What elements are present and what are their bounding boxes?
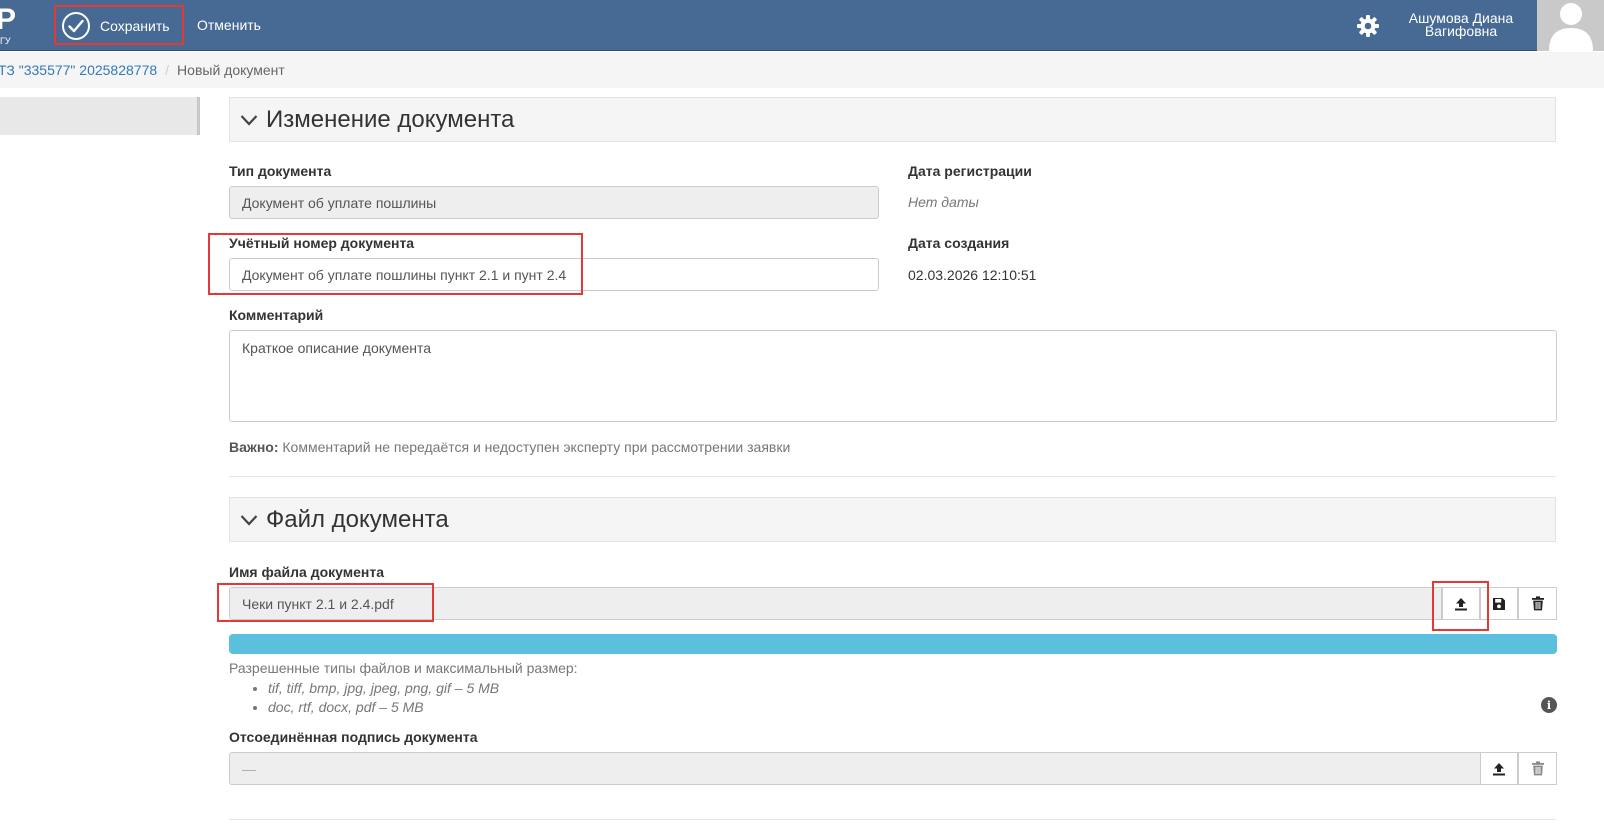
allowed-types-title: Разрешенные типы файлов и максимальный р… xyxy=(229,660,578,676)
upload-progress-bar xyxy=(229,634,1557,654)
signature-label: Отсоединённая подпись документа xyxy=(229,729,478,745)
comment-textarea[interactable]: Краткое описание документа xyxy=(229,330,1557,422)
info-icon[interactable]: i xyxy=(1541,697,1557,713)
created-date-label: Дата создания xyxy=(908,235,1010,251)
chevron-down-icon xyxy=(240,114,258,126)
reg-date-label: Дата регистрации xyxy=(908,163,1032,179)
top-navbar: Р ГУ Сохранить Отменить Ашумова Диана Ва xyxy=(0,0,1604,51)
reg-date-value: Нет даты xyxy=(908,194,979,210)
save-button[interactable]: Сохранить xyxy=(57,8,183,44)
trash-icon xyxy=(1531,761,1544,776)
app-logo[interactable]: Р ГУ xyxy=(0,3,20,47)
breadcrumb-current: Новый документ xyxy=(177,62,285,78)
allowed-type-item: doc, rtf, docx, pdf – 5 MB xyxy=(268,698,578,717)
upload-signature-button[interactable] xyxy=(1480,752,1518,785)
signature-field[interactable]: — xyxy=(229,752,1481,785)
save-button-label: Сохранить xyxy=(100,18,170,34)
section-title: Изменение документа xyxy=(266,105,515,133)
comment-note-bold: Важно: xyxy=(229,439,279,455)
upload-icon xyxy=(1493,762,1505,775)
delete-signature-button[interactable] xyxy=(1518,752,1557,785)
floppy-disk-icon xyxy=(1493,597,1505,610)
sidebar-active-item[interactable] xyxy=(0,97,200,135)
upload-file-button[interactable] xyxy=(1442,587,1480,620)
created-date-value: 02.03.2026 12:10:51 xyxy=(908,267,1037,283)
user-name[interactable]: Ашумова Диана Вагифовна xyxy=(1400,11,1522,38)
doc-type-label: Тип документа xyxy=(229,163,332,179)
allowed-types-list: tif, tiff, bmp, jpg, jpeg, png, gif – 5 … xyxy=(268,679,578,717)
comment-note: Важно: Комментарий не передаётся и недос… xyxy=(229,439,790,455)
section-title: Файл документа xyxy=(266,505,449,533)
account-number-label: Учётный номер документа xyxy=(229,235,415,251)
divider xyxy=(229,819,1556,820)
cancel-button[interactable]: Отменить xyxy=(197,17,261,33)
doc-type-field[interactable]: Документ об уплате пошлины xyxy=(229,186,879,219)
breadcrumb-link-application[interactable]: ТЗ "335577" 2025828778 xyxy=(0,62,157,78)
delete-file-button[interactable] xyxy=(1518,587,1557,620)
account-number-input[interactable]: Документ об уплате пошлины пункт 2.1 и п… xyxy=(229,258,879,291)
trash-icon xyxy=(1531,596,1544,611)
comment-label: Комментарий xyxy=(229,307,324,323)
allowed-type-item: tif, tiff, bmp, jpg, jpeg, png, gif – 5 … xyxy=(268,679,578,698)
user-avatar-icon[interactable] xyxy=(1537,0,1604,51)
logo-letter: Р xyxy=(0,3,17,36)
file-name-label: Имя файла документа xyxy=(229,564,384,580)
divider xyxy=(229,476,1556,477)
save-file-button[interactable] xyxy=(1480,587,1518,620)
allowed-file-types: Разрешенные типы файлов и максимальный р… xyxy=(229,660,578,717)
checkmark-icon xyxy=(62,12,90,40)
chevron-down-icon xyxy=(240,514,258,526)
upload-icon xyxy=(1455,597,1467,610)
settings-gear-icon[interactable] xyxy=(1356,14,1380,38)
breadcrumb-separator: / xyxy=(165,62,170,78)
section-header-edit-document[interactable]: Изменение документа xyxy=(229,97,1556,142)
section-header-file-document[interactable]: Файл документа xyxy=(229,497,1556,542)
logo-subtext: ГУ xyxy=(0,36,11,46)
breadcrumb: ТЗ "335577" 2025828778 / Новый документ xyxy=(0,52,1604,88)
comment-note-text: Комментарий не передаётся и недоступен э… xyxy=(278,439,791,455)
file-name-field[interactable]: Чеки пункт 2.1 и 2.4.pdf xyxy=(229,587,1442,620)
